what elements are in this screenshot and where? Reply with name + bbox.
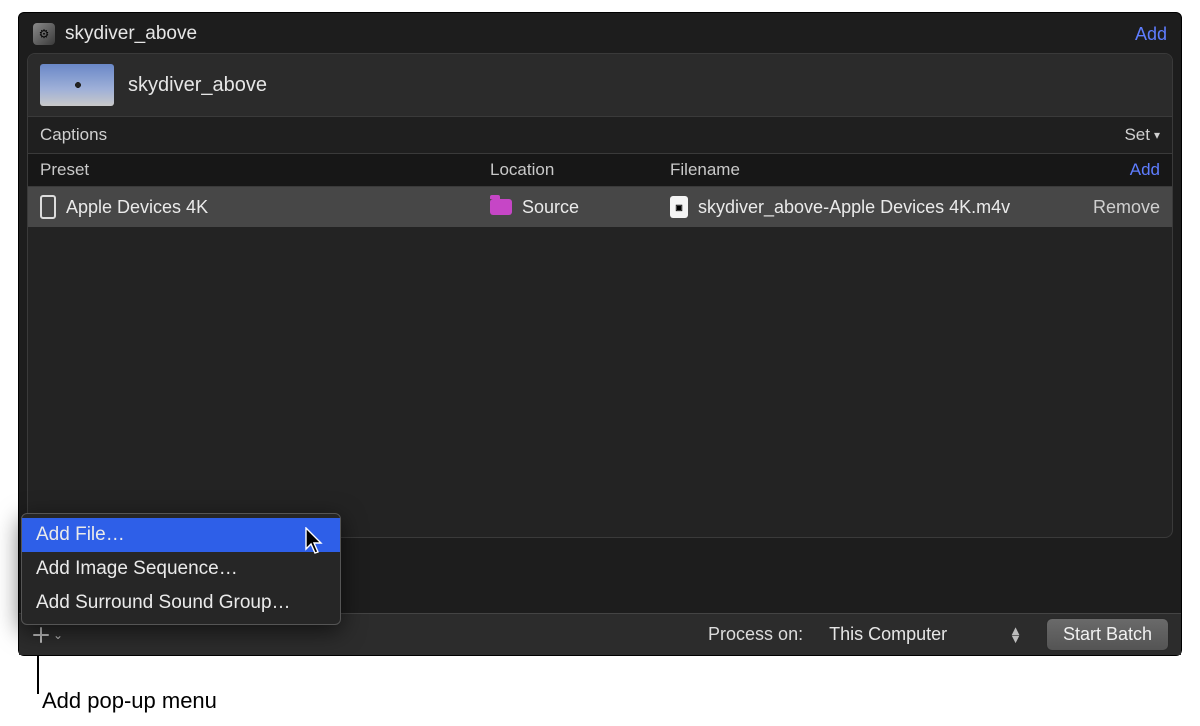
start-batch-button[interactable]: Start Batch xyxy=(1046,618,1169,651)
clip-thumbnail xyxy=(40,64,114,106)
remove-button[interactable]: Remove xyxy=(1070,197,1160,218)
job-header[interactable]: skydiver_above xyxy=(28,54,1172,116)
chevron-down-icon: ⌄ xyxy=(53,628,63,642)
col-location: Location xyxy=(490,160,670,180)
cursor-icon xyxy=(305,527,325,555)
project-title: skydiver_above xyxy=(65,23,1135,45)
captions-set-label: Set xyxy=(1124,125,1150,145)
job-panel: skydiver_above Captions Set ▾ Preset Loc… xyxy=(27,53,1173,538)
popup-add-surround[interactable]: Add Surround Sound Group… xyxy=(22,586,340,620)
add-source-link[interactable]: Add xyxy=(1135,24,1167,45)
filename-cell[interactable]: ▣ skydiver_above-Apple Devices 4K.m4v xyxy=(670,196,1070,218)
output-row[interactable]: Apple Devices 4K Source ▣ skydiver_above… xyxy=(28,187,1172,227)
popup-add-imageseq[interactable]: Add Image Sequence… xyxy=(22,552,340,586)
job-title: skydiver_above xyxy=(128,74,267,97)
batch-window: ⚙︎ skydiver_above Add skydiver_above Cap… xyxy=(18,12,1182,656)
captions-set-button[interactable]: Set ▾ xyxy=(1124,125,1160,145)
process-target-select[interactable]: This Computer xyxy=(819,620,999,649)
preset-cell: Apple Devices 4K xyxy=(40,195,490,219)
device-icon xyxy=(40,195,56,219)
callout-line xyxy=(37,656,39,694)
file-icon: ▣ xyxy=(670,196,688,218)
add-preset-link[interactable]: Add xyxy=(1070,160,1160,180)
column-headers: Preset Location Filename Add xyxy=(28,154,1172,187)
project-header: ⚙︎ skydiver_above Add xyxy=(19,13,1181,53)
popup-add-file[interactable]: Add File… xyxy=(22,518,340,552)
stepper-icon[interactable]: ▲▼ xyxy=(1009,627,1022,643)
preset-name: Apple Devices 4K xyxy=(66,197,208,218)
app-icon: ⚙︎ xyxy=(33,23,55,45)
col-filename: Filename xyxy=(670,160,1070,180)
folder-icon xyxy=(490,199,512,215)
add-menu-button[interactable]: ⌄ xyxy=(31,625,63,645)
captions-label: Captions xyxy=(40,125,107,145)
empty-area xyxy=(28,227,1172,537)
plus-icon xyxy=(31,625,51,645)
chevron-down-icon: ▾ xyxy=(1154,128,1160,142)
process-on-label: Process on: xyxy=(708,624,803,645)
location-name: Source xyxy=(522,197,579,218)
location-cell[interactable]: Source xyxy=(490,197,670,218)
captions-row: Captions Set ▾ xyxy=(28,116,1172,154)
filename-name: skydiver_above-Apple Devices 4K.m4v xyxy=(698,197,1010,218)
callout-label: Add pop-up menu xyxy=(42,688,217,714)
col-preset: Preset xyxy=(40,160,490,180)
add-popup-menu: Add File… Add Image Sequence… Add Surrou… xyxy=(21,513,341,625)
